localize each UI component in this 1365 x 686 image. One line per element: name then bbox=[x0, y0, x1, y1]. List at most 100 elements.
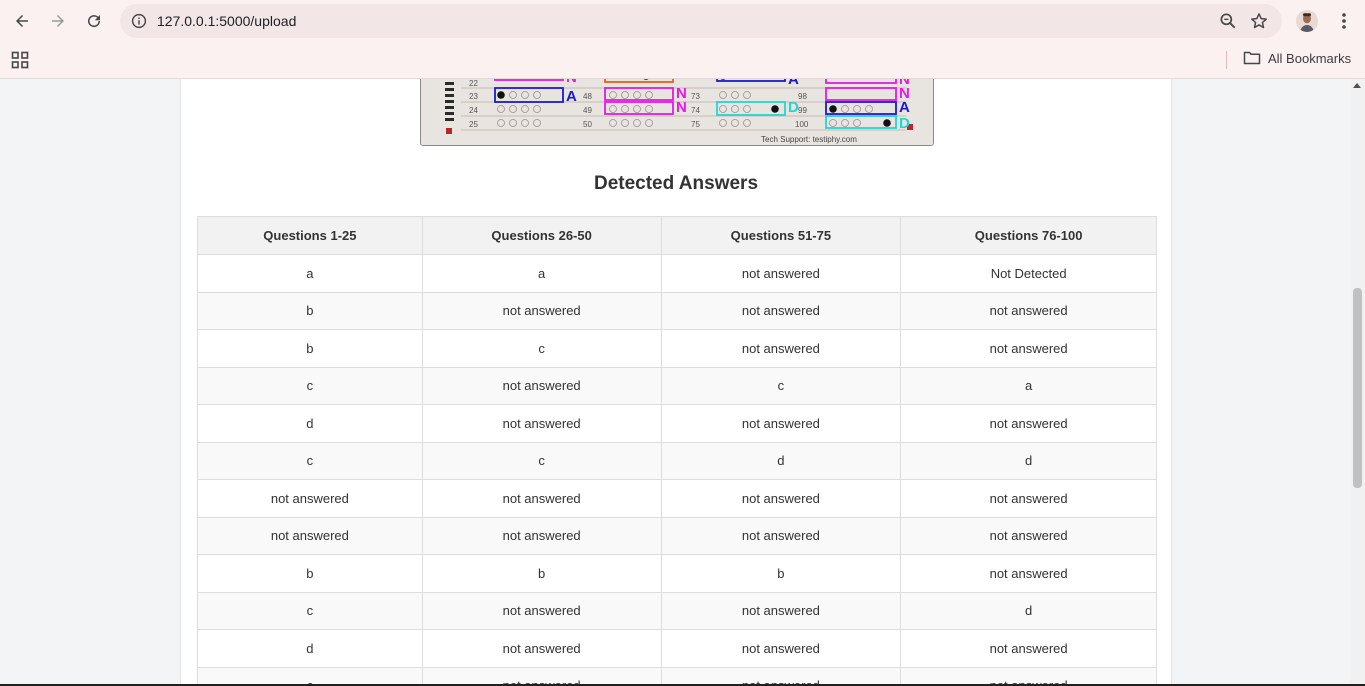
svg-text:D: D bbox=[899, 115, 910, 132]
answer-cell: not answered bbox=[660, 516, 902, 555]
arrow-left-icon bbox=[16, 15, 28, 27]
all-bookmarks-label: All Bookmarks bbox=[1268, 50, 1352, 66]
omr-number: 99 bbox=[798, 106, 807, 115]
table-row: b c not answered not answered bbox=[197, 329, 1157, 368]
url-text[interactable]: 127.0.0.1:5000/upload bbox=[157, 13, 296, 29]
answer-cell: b bbox=[197, 291, 423, 330]
browser-toolbar: 127.0.0.1:5000/upload bbox=[0, 0, 1365, 42]
omr-number: 74 bbox=[691, 106, 700, 115]
answer-cell: c bbox=[660, 366, 902, 405]
answer-cell: c bbox=[421, 441, 662, 480]
vertical-scrollbar[interactable] bbox=[1350, 79, 1365, 686]
svg-text:A: A bbox=[899, 99, 910, 116]
svg-text:N: N bbox=[676, 99, 687, 116]
reload-button[interactable] bbox=[76, 3, 112, 39]
omr-number: 75 bbox=[691, 120, 700, 129]
address-bar[interactable]: 127.0.0.1:5000/upload bbox=[120, 4, 1282, 38]
answer-cell: not answered bbox=[900, 404, 1157, 443]
kebab-menu-icon bbox=[1342, 13, 1346, 29]
answer-cell: not answered bbox=[421, 591, 662, 630]
table-row: d not answered not answered not answered bbox=[197, 404, 1157, 443]
answer-cell: b bbox=[421, 554, 662, 593]
table-row: not answered not answered not answered not … bbox=[197, 479, 1157, 518]
table-row: a a not answered Not Detected bbox=[197, 254, 1157, 293]
omr-number: 98 bbox=[798, 92, 807, 101]
omr-number: 24 bbox=[469, 106, 478, 115]
omr-number: 23 bbox=[469, 92, 478, 101]
apps-grid-icon[interactable] bbox=[11, 51, 29, 69]
table-row: c not answered c a bbox=[197, 366, 1157, 405]
browser-menu-button[interactable] bbox=[1334, 11, 1354, 31]
answer-cell: not answered bbox=[421, 366, 662, 405]
table-row: b not answered not answered not answered bbox=[197, 291, 1157, 330]
omr-number: 73 bbox=[691, 92, 700, 101]
answer-cell: c bbox=[421, 329, 662, 368]
folder-icon bbox=[1243, 51, 1261, 65]
svg-text:A: A bbox=[788, 79, 799, 88]
answer-cell: not answered bbox=[421, 516, 662, 555]
reload-icon bbox=[88, 15, 101, 28]
table-row: ccdd bbox=[197, 441, 1157, 480]
column-header: Questions 76-100 bbox=[900, 216, 1157, 255]
answer-cell: not answered bbox=[660, 479, 902, 518]
answer-cell: not answered bbox=[900, 516, 1157, 555]
answer-cell: Not Detected bbox=[900, 254, 1157, 293]
table-row: c not answered not answered d bbox=[197, 591, 1157, 630]
answers-table: Questions 1-25 Questions 26-50 Questions… bbox=[197, 216, 1157, 686]
forward-button[interactable] bbox=[40, 3, 76, 39]
scroll-up-arrow-icon[interactable] bbox=[1353, 83, 1361, 88]
omr-number: 49 bbox=[583, 106, 592, 115]
table-row: not answered not answered not answered not … bbox=[197, 516, 1157, 555]
table-row: b b b not answered bbox=[197, 554, 1157, 593]
answer-cell: not answered bbox=[660, 254, 902, 293]
back-button[interactable] bbox=[4, 3, 40, 39]
answer-cell: not answered bbox=[421, 629, 662, 668]
answer-cell: not answered bbox=[660, 291, 902, 330]
arrow-right-icon bbox=[52, 15, 64, 27]
answer-cell: c bbox=[197, 591, 423, 630]
all-bookmarks-button[interactable]: All Bookmarks bbox=[1243, 50, 1351, 66]
column-header: Questions 51-75 bbox=[660, 216, 902, 255]
answer-cell: b bbox=[197, 554, 423, 593]
site-info-icon[interactable] bbox=[130, 12, 148, 30]
answer-cell: not answered bbox=[197, 516, 423, 555]
omr-number: 50 bbox=[583, 120, 592, 129]
table-row: d not answered not answered not answered bbox=[197, 629, 1157, 668]
answer-cell: not answered bbox=[660, 591, 902, 630]
answer-cell: b bbox=[197, 329, 423, 368]
answer-cell: d bbox=[660, 441, 902, 480]
scrollbar-thumb[interactable] bbox=[1353, 288, 1362, 488]
bookmark-star-icon[interactable] bbox=[1249, 11, 1269, 31]
page-viewport: 22 23 24 25 48 49 50 73 74 75 98 99 100 bbox=[0, 79, 1365, 686]
table-header-row: Questions 1-25 Questions 26-50 Questions… bbox=[197, 216, 1157, 255]
content-card: 22 23 24 25 48 49 50 73 74 75 98 99 100 bbox=[180, 79, 1172, 686]
answer-cell: not answered bbox=[421, 404, 662, 443]
answer-cell: a bbox=[421, 254, 662, 293]
answer-cell: not answered bbox=[900, 291, 1157, 330]
bookmarks-divider bbox=[1226, 51, 1227, 69]
answer-cell: a bbox=[197, 254, 423, 293]
omr-number: 100 bbox=[795, 120, 809, 129]
answer-cell: d bbox=[197, 404, 423, 443]
profile-avatar[interactable] bbox=[1296, 10, 1318, 32]
column-header: Questions 26-50 bbox=[421, 216, 662, 255]
answer-cell: not answered bbox=[900, 329, 1157, 368]
page-title: Detected Answers bbox=[593, 173, 759, 194]
omr-number: 25 bbox=[469, 120, 478, 129]
answer-cell: not answered bbox=[660, 629, 902, 668]
omr-footer-text: Tech Support: testiphy.com bbox=[761, 135, 857, 144]
answer-cell: d bbox=[900, 591, 1157, 630]
zoom-icon[interactable] bbox=[1218, 11, 1238, 31]
svg-text:A: A bbox=[566, 88, 577, 105]
answer-cell: not answered bbox=[421, 479, 662, 518]
svg-text:N: N bbox=[566, 79, 577, 86]
answer-cell: not answered bbox=[660, 329, 902, 368]
omr-sheet-image: 22 23 24 25 48 49 50 73 74 75 98 99 100 bbox=[420, 79, 934, 146]
answer-cell: c bbox=[197, 441, 423, 480]
answer-cell: a bbox=[900, 366, 1157, 405]
bookmarks-bar: All Bookmarks bbox=[0, 42, 1365, 79]
answer-cell: d bbox=[900, 441, 1157, 480]
answer-cell: not answered bbox=[900, 554, 1157, 593]
svg-text:D: D bbox=[788, 99, 799, 116]
answer-cell: b bbox=[660, 554, 902, 593]
